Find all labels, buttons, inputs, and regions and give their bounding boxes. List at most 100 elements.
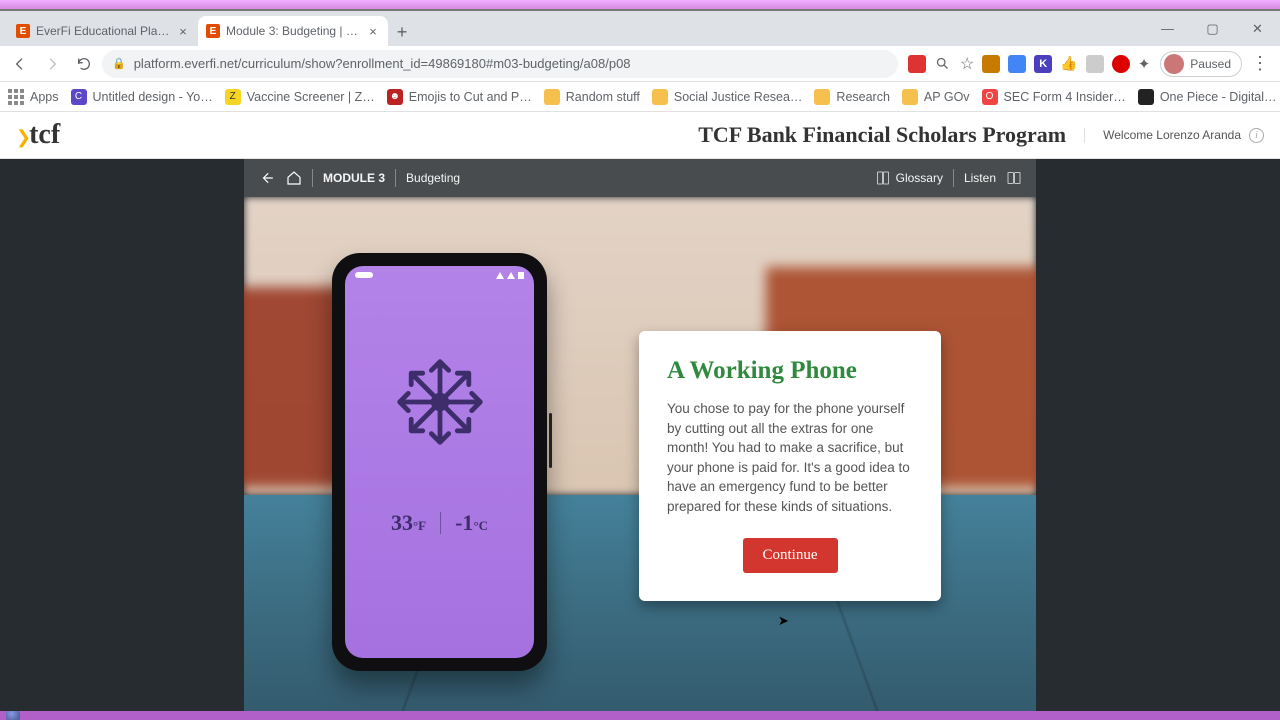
listen-button[interactable]: Listen <box>964 171 996 185</box>
glossary-button[interactable]: Glossary <box>875 170 943 186</box>
favicon-module: E <box>206 24 220 38</box>
bookmark-item[interactable]: O SEC Form 4 Insider… <box>982 89 1126 105</box>
star-icon[interactable]: ☆ <box>960 54 974 74</box>
bookmark-item[interactable]: Random stuff <box>544 89 640 105</box>
ext-translate-icon[interactable] <box>1008 55 1026 73</box>
bookmark-item[interactable]: CUntitled design - Yo… <box>71 89 213 105</box>
tcf-logo[interactable]: ❯ tcf <box>16 119 60 151</box>
close-window-button[interactable]: ✕ <box>1235 11 1280 46</box>
maximize-button[interactable]: ▢ <box>1190 11 1235 46</box>
tab-close-icon[interactable]: × <box>366 24 380 39</box>
ext-icon[interactable] <box>908 55 926 73</box>
forward-button[interactable] <box>38 50 66 78</box>
bookmark-bar: Apps CUntitled design - Yo… Z Vaccine Scr… <box>0 82 1280 112</box>
welcome-text: Welcome Lorenzo Aranda <box>1103 128 1241 142</box>
logo-text: tcf <box>29 119 60 151</box>
ext-icon[interactable] <box>1086 55 1104 73</box>
temperature-display: 33°F -1°C <box>391 510 488 536</box>
bookmark-item[interactable]: Social Justice Resea… <box>652 89 803 105</box>
mouse-cursor-icon: ➤ <box>778 613 789 629</box>
profile-chip[interactable]: Paused <box>1160 51 1242 77</box>
bookmark-item[interactable]: One Piece - Digital… <box>1138 89 1277 105</box>
tab-title: EverFi Educational Platform <box>36 24 170 38</box>
bookmark-item[interactable]: ☻ Emojis to Cut and P… <box>387 89 532 105</box>
lock-icon: 🔒 <box>112 57 126 70</box>
apps-button[interactable]: Apps <box>8 89 59 105</box>
ext-icon[interactable]: 👍 <box>1060 55 1077 72</box>
separator <box>395 169 396 187</box>
minimize-button[interactable]: — <box>1145 11 1190 46</box>
module-home-button[interactable] <box>286 170 302 186</box>
favicon-everfi: E <box>16 24 30 38</box>
listen-label: Listen <box>964 171 996 185</box>
module-label: MODULE 3 <box>323 171 385 185</box>
taskbar-edge <box>0 711 1280 720</box>
layout-toggle-button[interactable] <box>1006 170 1022 186</box>
tab-module3[interactable]: E Module 3: Budgeting | a08 × <box>198 16 388 46</box>
phone-screen: 33°F -1°C <box>345 266 534 658</box>
bookmark-icon: ☻ <box>387 89 403 105</box>
zoom-icon[interactable] <box>934 50 952 78</box>
ext-icon[interactable]: K <box>1034 55 1052 73</box>
bookmark-icon <box>1138 89 1154 105</box>
extensions-puzzle-icon[interactable]: ✦ <box>1138 55 1151 73</box>
info-icon[interactable]: i <box>1249 128 1264 143</box>
bookmark-icon: O <box>982 89 998 105</box>
bookmark-label: Untitled design - Yo… <box>93 90 213 104</box>
temp-f-value: 33 <box>391 510 413 535</box>
phone-status-bar <box>345 266 534 279</box>
welcome-area: Welcome Lorenzo Aranda i <box>1084 128 1264 143</box>
temp-c-value: -1 <box>455 510 473 535</box>
bookmark-label: Social Justice Resea… <box>674 90 803 104</box>
bookmark-item[interactable]: AP GOv <box>902 89 970 105</box>
folder-icon <box>902 89 918 105</box>
folder-icon <box>652 89 668 105</box>
stage-wrap: MODULE 3 Budgeting Glossary Listen <box>0 159 1280 711</box>
omnibox[interactable]: 🔒 platform.everfi.net/curriculum/show?en… <box>102 50 898 78</box>
continue-button[interactable]: Continue <box>743 538 838 573</box>
tab-title: Module 3: Budgeting | a08 <box>226 24 360 38</box>
temp-f-unit: °F <box>413 518 426 533</box>
module-name: Budgeting <box>406 171 460 185</box>
address-bar: 🔒 platform.everfi.net/curriculum/show?en… <box>0 46 1280 82</box>
bookmark-label: Vaccine Screener | Z… <box>247 90 375 104</box>
avatar <box>1164 54 1184 74</box>
module-back-button[interactable] <box>258 171 276 185</box>
scene: 33°F -1°C A Working Phone You chose to p… <box>244 197 1036 711</box>
tab-everfi[interactable]: E EverFi Educational Platform × <box>8 16 198 46</box>
bookmark-icon: Z <box>225 89 241 105</box>
tab-strip: E EverFi Educational Platform × E Module… <box>0 11 1280 46</box>
chrome-menu-button[interactable]: ⋮ <box>1246 53 1274 74</box>
bookmark-label: Research <box>836 90 890 104</box>
bookmark-item[interactable]: Z Vaccine Screener | Z… <box>225 89 375 105</box>
temp-c-unit: °C <box>473 518 488 533</box>
chrome-window: E EverFi Educational Platform × E Module… <box>0 9 1280 711</box>
new-tab-button[interactable]: + <box>388 18 416 46</box>
apps-icon <box>8 89 24 105</box>
bookmark-label: SEC Form 4 Insider… <box>1004 90 1126 104</box>
bookmark-label: Random stuff <box>566 90 640 104</box>
folder-icon <box>814 89 830 105</box>
dialog-card: A Working Phone You chose to pay for the… <box>639 331 941 601</box>
ext-abp-icon[interactable] <box>1112 55 1130 73</box>
back-button[interactable] <box>6 50 34 78</box>
folder-icon <box>544 89 560 105</box>
taskbar-app-icon[interactable] <box>6 711 20 720</box>
signal-icon <box>496 272 504 279</box>
apps-label: Apps <box>30 90 59 104</box>
tcf-header: ❯ tcf TCF Bank Financial Scholars Progra… <box>0 112 1280 159</box>
dialog-body: You chose to pay for the phone yourself … <box>667 399 913 516</box>
reload-button[interactable] <box>70 50 98 78</box>
separator <box>312 169 313 187</box>
program-title: TCF Bank Financial Scholars Program <box>698 122 1066 148</box>
temp-divider <box>440 512 441 534</box>
ext-icon[interactable] <box>982 55 1000 73</box>
bookmark-item[interactable]: Research <box>814 89 890 105</box>
bookmark-label: Emojis to Cut and P… <box>409 90 532 104</box>
dialog-title: A Working Phone <box>667 357 913 385</box>
snowflake-icon <box>392 354 488 450</box>
profile-status: Paused <box>1190 57 1231 71</box>
window-controls: — ▢ ✕ <box>1145 11 1280 46</box>
phone-illustration: 33°F -1°C <box>332 253 547 671</box>
tab-close-icon[interactable]: × <box>176 24 190 39</box>
